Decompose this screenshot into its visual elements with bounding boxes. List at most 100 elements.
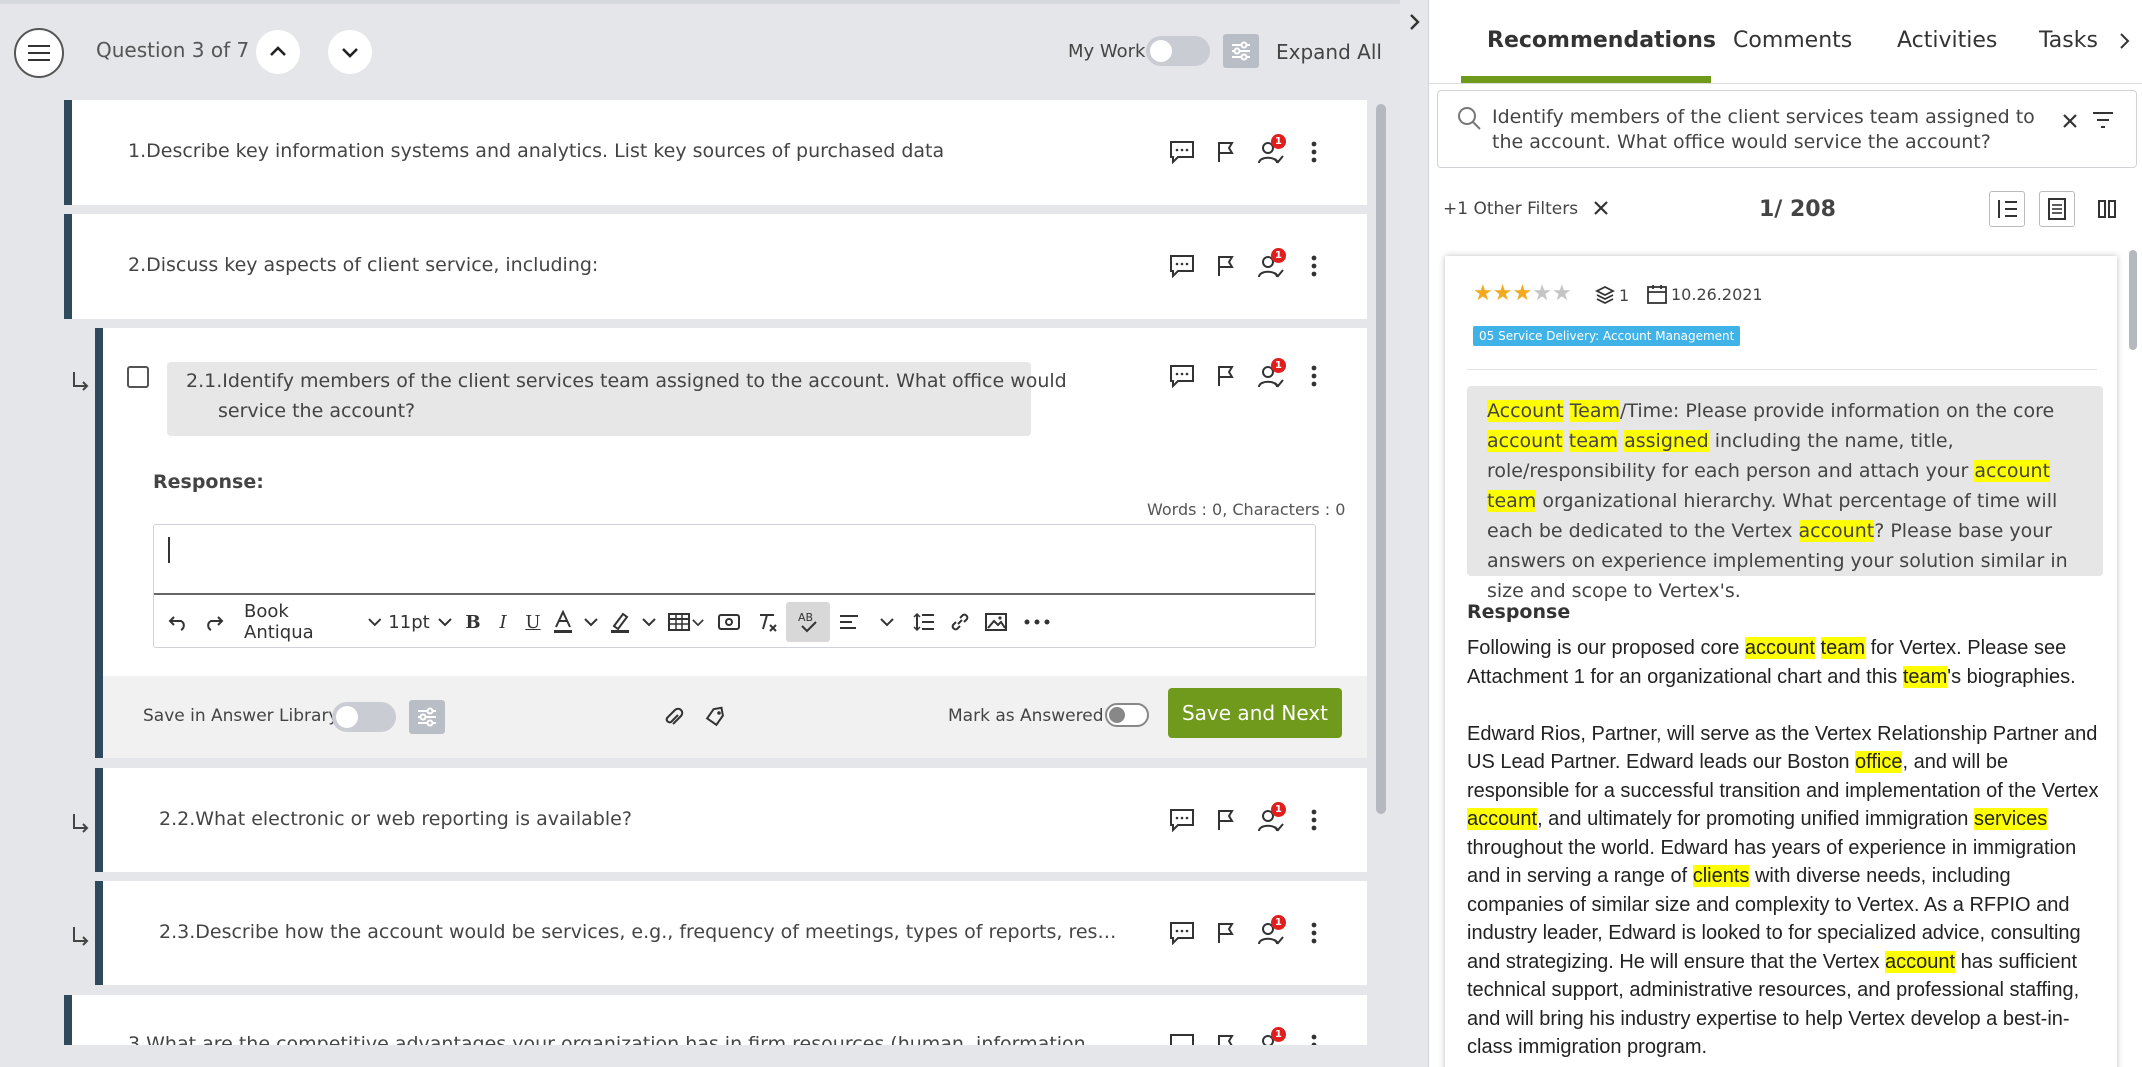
comment-icon[interactable] (1160, 1027, 1204, 1045)
link-icon[interactable] (942, 602, 978, 642)
notification-badge: 1 (1271, 358, 1286, 373)
recommendation-search[interactable]: Identify members of the client services … (1437, 90, 2137, 168)
previous-question-button[interactable] (256, 30, 300, 74)
recommendations-scrollbar[interactable] (2129, 250, 2137, 350)
question-card[interactable]: 3.What are the competitive advantages yo… (64, 995, 1367, 1045)
underline-icon[interactable]: U (518, 602, 548, 642)
comment-icon[interactable] (1160, 248, 1204, 284)
flag-icon[interactable] (1204, 358, 1248, 394)
filter-icon[interactable] (2092, 111, 2114, 129)
response-editor: Book Antiqua 11pt B I U AB (153, 524, 1316, 648)
numbered-list-view-button[interactable] (1989, 191, 2025, 227)
library-response: Following is our proposed core account t… (1467, 637, 2099, 1058)
question-card[interactable]: 2.Discuss key aspects of client service,… (64, 214, 1367, 319)
question-card[interactable]: 2.2.What electronic or web reporting is … (95, 768, 1367, 872)
font-size-select[interactable]: 11pt (382, 602, 458, 642)
next-question-button[interactable] (328, 30, 372, 74)
document-view-button[interactable] (2039, 191, 2075, 227)
attachment-icon[interactable] (651, 700, 695, 736)
more-options-icon[interactable] (1292, 248, 1336, 284)
clear-search-icon[interactable] (2062, 113, 2078, 129)
tab-recommendations[interactable]: Recommendations (1487, 28, 1716, 53)
sub-question-arrow-icon (73, 372, 89, 391)
chevron-down-icon[interactable] (868, 602, 906, 642)
spellcheck-icon[interactable]: AB (786, 602, 830, 642)
question-text: 1.Describe key information systems and a… (128, 140, 945, 162)
sub-question-arrow-icon (73, 927, 89, 946)
clear-formatting-icon[interactable] (748, 602, 786, 642)
more-options-icon[interactable] (1292, 802, 1336, 838)
chevron-down-icon (342, 48, 358, 58)
comment-icon[interactable] (1160, 915, 1204, 951)
filter-settings-button[interactable] (1223, 34, 1259, 68)
more-tools-icon[interactable] (1014, 602, 1060, 642)
tab-tasks[interactable]: Tasks (2039, 28, 2098, 53)
question-card[interactable]: 1.Describe key information systems and a… (64, 100, 1367, 205)
bold-icon[interactable]: B (458, 602, 488, 642)
remove-filter-icon[interactable] (1593, 201, 1608, 215)
menu-button[interactable] (14, 28, 64, 78)
line-spacing-icon[interactable] (906, 602, 942, 642)
align-icon[interactable] (830, 602, 868, 642)
question-text: 3.What are the competitive advantages yo… (128, 1033, 1086, 1045)
assignees-icon[interactable]: 1 (1248, 134, 1292, 170)
question-select-checkbox[interactable] (127, 366, 149, 388)
redo-icon[interactable] (196, 602, 232, 642)
save-library-toggle[interactable] (332, 702, 396, 732)
flag-icon[interactable] (1204, 134, 1248, 170)
question-card[interactable]: 2.3.Describe how the account would be se… (95, 881, 1367, 985)
more-options-icon[interactable] (1292, 358, 1336, 394)
assignees-icon[interactable]: 1 (1248, 915, 1292, 951)
font-family-select[interactable]: Book Antiqua (232, 601, 382, 643)
image-icon[interactable] (978, 602, 1014, 642)
star-icon: ★ (1532, 280, 1552, 305)
flag-icon[interactable] (1204, 915, 1248, 951)
question-toolbar: Question 3 of 7 My Work Expand All (0, 4, 1400, 100)
embed-icon[interactable] (710, 602, 748, 642)
editor-toolbar: Book Antiqua 11pt B I U AB (154, 597, 1315, 647)
flag-icon[interactable] (1204, 248, 1248, 284)
assignees-icon[interactable]: 1 (1248, 248, 1292, 284)
assignees-icon[interactable]: 1 (1248, 802, 1292, 838)
more-options-icon[interactable] (1292, 915, 1336, 951)
more-options-icon[interactable] (1292, 1027, 1336, 1045)
flag-icon[interactable] (1204, 802, 1248, 838)
assignees-icon[interactable]: 1 (1248, 358, 1292, 394)
italic-icon[interactable]: I (488, 602, 518, 642)
other-filters[interactable]: +1 Other Filters (1443, 199, 1608, 219)
recommendation-card[interactable]: ★ ★ ★ ★ ★ 1 10.26.2021 05 Service Delive… (1445, 256, 2117, 1067)
comment-icon[interactable] (1160, 802, 1204, 838)
tabs-scroll-right-icon[interactable] (2119, 32, 2131, 55)
undo-icon[interactable] (160, 602, 196, 642)
sub-question-arrow-icon (73, 814, 89, 833)
comment-icon[interactable] (1160, 134, 1204, 170)
assignees-icon[interactable]: 1 (1248, 1027, 1292, 1045)
highlight-color-icon[interactable] (604, 602, 636, 642)
star-icon: ★ (1512, 280, 1533, 305)
tab-activities[interactable]: Activities (1897, 28, 1997, 53)
card-date-value: 10.26.2021 (1671, 284, 1763, 304)
collapse-panel-button[interactable] (1400, 4, 1430, 40)
more-options-icon[interactable] (1292, 134, 1336, 170)
chevron-down-icon[interactable] (636, 602, 662, 642)
tab-comments[interactable]: Comments (1733, 28, 1852, 53)
split-view-button[interactable] (2089, 191, 2125, 227)
response-textarea[interactable] (154, 525, 1315, 595)
question-counter: Question 3 of 7 (96, 38, 250, 62)
font-color-icon[interactable] (548, 602, 578, 642)
search-input[interactable]: Identify members of the client services … (1492, 105, 2052, 155)
questions-scrollbar[interactable] (1376, 104, 1386, 814)
library-settings-button[interactable] (409, 700, 445, 734)
notification-badge: 1 (1271, 248, 1286, 263)
question-card-expanded: 2.1.Identify members of the client servi… (95, 328, 1367, 758)
tag-icon[interactable] (693, 700, 737, 736)
mark-answered-toggle[interactable] (1105, 703, 1149, 727)
flag-icon[interactable] (1204, 1027, 1248, 1045)
my-work-toggle[interactable] (1146, 36, 1210, 66)
chevron-down-icon[interactable] (578, 602, 604, 642)
save-and-next-button[interactable]: Save and Next (1168, 688, 1342, 738)
table-icon[interactable] (662, 602, 710, 642)
comment-icon[interactable] (1160, 358, 1204, 394)
expand-all-button[interactable]: Expand All (1276, 40, 1382, 64)
result-pager: 1/ 208 (1759, 197, 1836, 222)
